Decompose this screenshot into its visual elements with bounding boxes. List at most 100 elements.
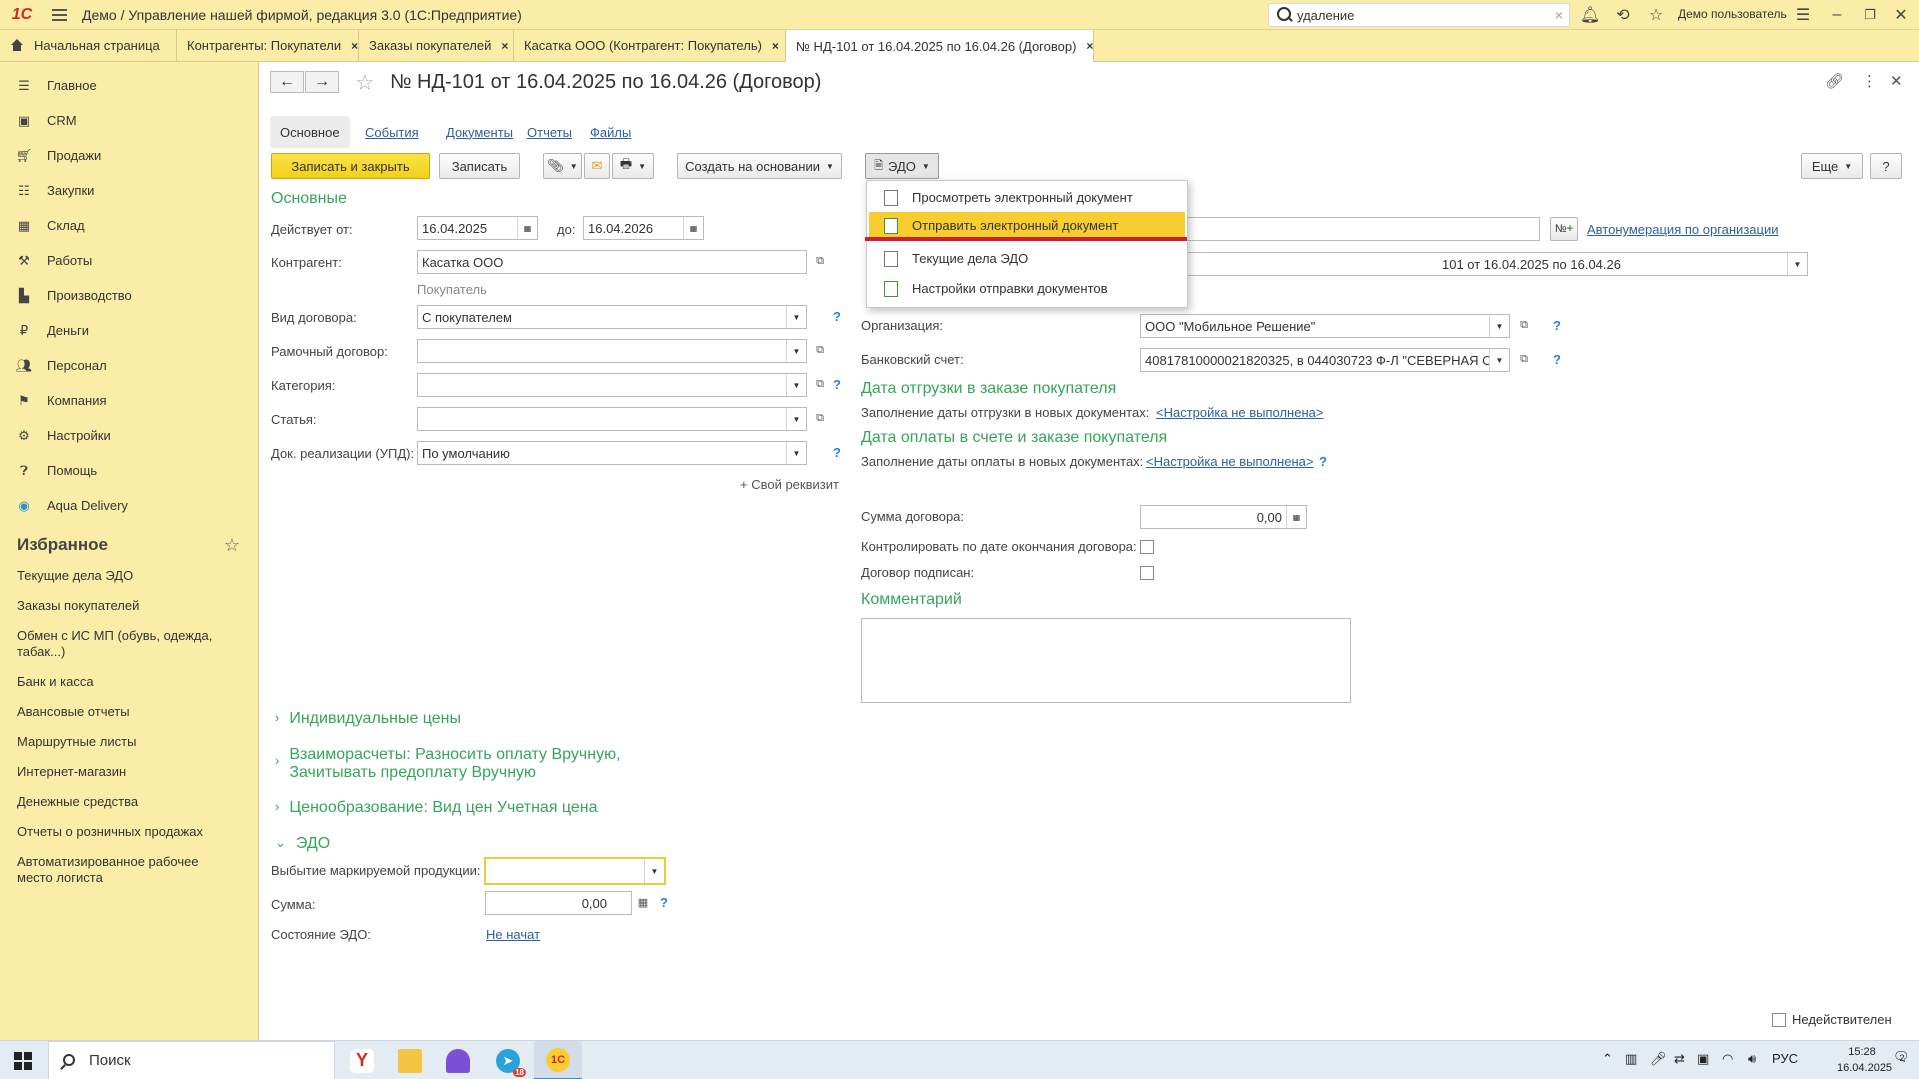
contract-signed-checkbox[interactable]: [1140, 566, 1154, 580]
group-individual-prices[interactable]: › Индивидуальные цены: [275, 710, 461, 728]
autonumber-button[interactable]: №+: [1550, 217, 1578, 241]
add-custom-attribute-link[interactable]: + Свой реквизит: [740, 477, 839, 492]
sidebar-item-main[interactable]: ☰ Главное: [0, 68, 258, 103]
sidebar-item-aqua-delivery[interactable]: ◉ Aqua Delivery: [0, 488, 258, 523]
main-menu-icon[interactable]: [44, 0, 74, 30]
menu-item-send-settings[interactable]: Настройки отправки документов: [869, 275, 1185, 302]
control-end-date-checkbox[interactable]: [1140, 540, 1154, 554]
favorite-item[interactable]: Заказы покупателей: [0, 591, 258, 621]
create-based-on-button[interactable]: Создать на основании ▼: [677, 153, 842, 179]
shipment-date-setup-link[interactable]: <Настройка не выполнена>: [1156, 405, 1323, 420]
close-tab-icon[interactable]: ×: [501, 39, 508, 53]
help-icon[interactable]: ?: [1553, 352, 1561, 367]
favorite-item[interactable]: Авансовые отчеты: [0, 697, 258, 727]
chevron-down-icon[interactable]: ▼: [644, 859, 664, 883]
system-clock[interactable]: 15:28 16.04.2025: [1837, 1044, 1892, 1076]
open-bank-account-icon[interactable]: ⧉: [1514, 348, 1534, 370]
contract-name-field[interactable]: 101 от 16.04.2025 по 16.04.26 ▼: [1175, 252, 1808, 276]
print-button[interactable]: 🖶︎ ▼: [612, 153, 654, 179]
sidebar-item-production[interactable]: ▙ Производство: [0, 278, 258, 313]
chevron-down-icon[interactable]: ▼: [1489, 315, 1509, 337]
back-button[interactable]: ←: [270, 71, 304, 93]
favorite-item[interactable]: Интернет-магазин: [0, 757, 258, 787]
1c-app-icon[interactable]: 1С: [534, 1041, 582, 1079]
more-options-icon[interactable]: ⋮: [1862, 72, 1877, 90]
windows-start-icon[interactable]: [0, 1041, 46, 1079]
favorite-item[interactable]: Банк и касса: [0, 667, 258, 697]
calculator-icon[interactable]: ▦: [633, 891, 653, 913]
microphone-icon[interactable]: 🎤︎: [1650, 1051, 1667, 1067]
number-field[interactable]: [1175, 217, 1540, 241]
inactive-toggle[interactable]: Недействителен: [1772, 1012, 1892, 1027]
help-icon[interactable]: ?: [833, 445, 841, 460]
restore-icon[interactable]: ❐: [1859, 4, 1881, 26]
group-settlements[interactable]: › Взаиморасчеты: Разносить оплату Вручную…: [275, 746, 621, 782]
frame-contract-select[interactable]: ▼: [417, 339, 807, 363]
contract-kind-select[interactable]: С покупателем ▼: [417, 305, 807, 329]
tab-contract[interactable]: № НД-101 от 16.04.2025 по 16.04.26 (Дого…: [786, 30, 1094, 62]
chevron-down-icon[interactable]: ▼: [786, 442, 806, 464]
edo-button[interactable]: 🗎 ЭДО ▼: [865, 153, 939, 179]
subtab-events[interactable]: События: [355, 116, 429, 148]
help-icon[interactable]: ?: [833, 309, 841, 324]
file-explorer-icon[interactable]: [386, 1041, 434, 1079]
menu-item-view-edoc[interactable]: Просмотреть электронный документ: [869, 184, 1185, 211]
open-category-icon[interactable]: ⧉: [810, 373, 830, 395]
help-button[interactable]: ?: [1870, 153, 1902, 179]
sidebar-item-crm[interactable]: ▣ CRM: [0, 103, 258, 138]
upd-select[interactable]: По умолчанию ▼: [417, 441, 807, 465]
favorite-item[interactable]: Обмен с ИС МП (обувь, одежда, табак...): [0, 621, 230, 667]
close-form-icon[interactable]: ✕: [1890, 72, 1903, 90]
sidebar-item-personnel[interactable]: 👥︎ Персонал: [0, 348, 258, 383]
sidebar-item-sales[interactable]: 🛒︎ Продажи: [0, 138, 258, 173]
subtab-main[interactable]: Основное: [270, 116, 350, 148]
attach-file-button[interactable]: 📎︎ ▼: [543, 153, 582, 179]
tray-display-icon[interactable]: ▣: [1697, 1051, 1709, 1067]
sidebar-item-warehouse[interactable]: ▦ Склад: [0, 208, 258, 243]
chevron-down-icon[interactable]: ▼: [1489, 349, 1509, 371]
favorite-item[interactable]: Маршрутные листы: [0, 727, 258, 757]
save-button[interactable]: Записать: [439, 153, 520, 179]
favorite-item[interactable]: Отчеты о розничных продажах: [0, 817, 258, 847]
minimize-icon[interactable]: –: [1826, 4, 1848, 26]
comment-textarea[interactable]: [861, 618, 1351, 703]
sidebar-item-help[interactable]: ❓︎ Помощь: [0, 453, 258, 488]
valid-from-field[interactable]: 16.04.2025 ▦: [417, 216, 538, 240]
favorite-item[interactable]: Текущие дела ЭДО: [0, 561, 258, 591]
open-article-icon[interactable]: ⧉: [810, 407, 830, 429]
chevron-down-icon[interactable]: ▼: [786, 340, 806, 362]
sidebar-item-company[interactable]: ⚑ Компания: [0, 383, 258, 418]
calendar-icon[interactable]: ▦: [517, 217, 537, 239]
tray-network-icon[interactable]: ⇄: [1674, 1051, 1685, 1067]
bell-icon[interactable]: 🔔︎: [1579, 4, 1601, 26]
close-window-icon[interactable]: ✕: [1890, 4, 1912, 26]
edo-state-link[interactable]: Не начат: [486, 927, 540, 942]
volume-icon[interactable]: 🔊︎: [1748, 1051, 1756, 1067]
taskbar-search-input[interactable]: Поиск: [48, 1041, 335, 1079]
forward-button[interactable]: →: [305, 71, 339, 93]
close-tab-icon[interactable]: ×: [351, 39, 358, 53]
disposal-select[interactable]: ▼: [484, 857, 666, 885]
contract-amount-field[interactable]: 0,00 ▦: [1140, 505, 1307, 529]
chevron-down-icon[interactable]: ▼: [786, 408, 806, 430]
tray-chevron-up-icon[interactable]: ⌃: [1602, 1051, 1613, 1067]
send-email-button[interactable]: ✉: [584, 153, 610, 179]
organization-select[interactable]: ООО "Мобильное Решение" ▼: [1140, 314, 1510, 338]
subtab-files[interactable]: Файлы: [580, 116, 641, 148]
purple-app-icon[interactable]: [434, 1041, 482, 1079]
open-frame-contract-icon[interactable]: ⧉: [810, 339, 830, 361]
menu-item-current-edo-tasks[interactable]: Текущие дела ЭДО: [869, 245, 1185, 272]
article-select[interactable]: ▼: [417, 407, 807, 431]
inactive-checkbox[interactable]: [1772, 1012, 1786, 1027]
valid-to-field[interactable]: 16.04.2026 ▦: [583, 216, 704, 240]
sidebar-item-settings[interactable]: ⚙ Настройки: [0, 418, 258, 453]
close-tab-icon[interactable]: ×: [1086, 39, 1093, 53]
bank-account-select[interactable]: 40817810000021820325, в 044030723 Ф-Л "С…: [1140, 348, 1510, 372]
tray-chart-icon[interactable]: ▥: [1625, 1051, 1637, 1067]
notifications-icon[interactable]: 🗨︎2: [1893, 1049, 1910, 1065]
favorite-star-icon[interactable]: ☆: [355, 70, 375, 96]
sidebar-item-money[interactable]: ₽ Деньги: [0, 313, 258, 348]
yandex-browser-icon[interactable]: Y: [338, 1041, 386, 1079]
user-name[interactable]: Демо пользователь: [1678, 7, 1787, 21]
wifi-icon[interactable]: ◠: [1722, 1051, 1733, 1067]
